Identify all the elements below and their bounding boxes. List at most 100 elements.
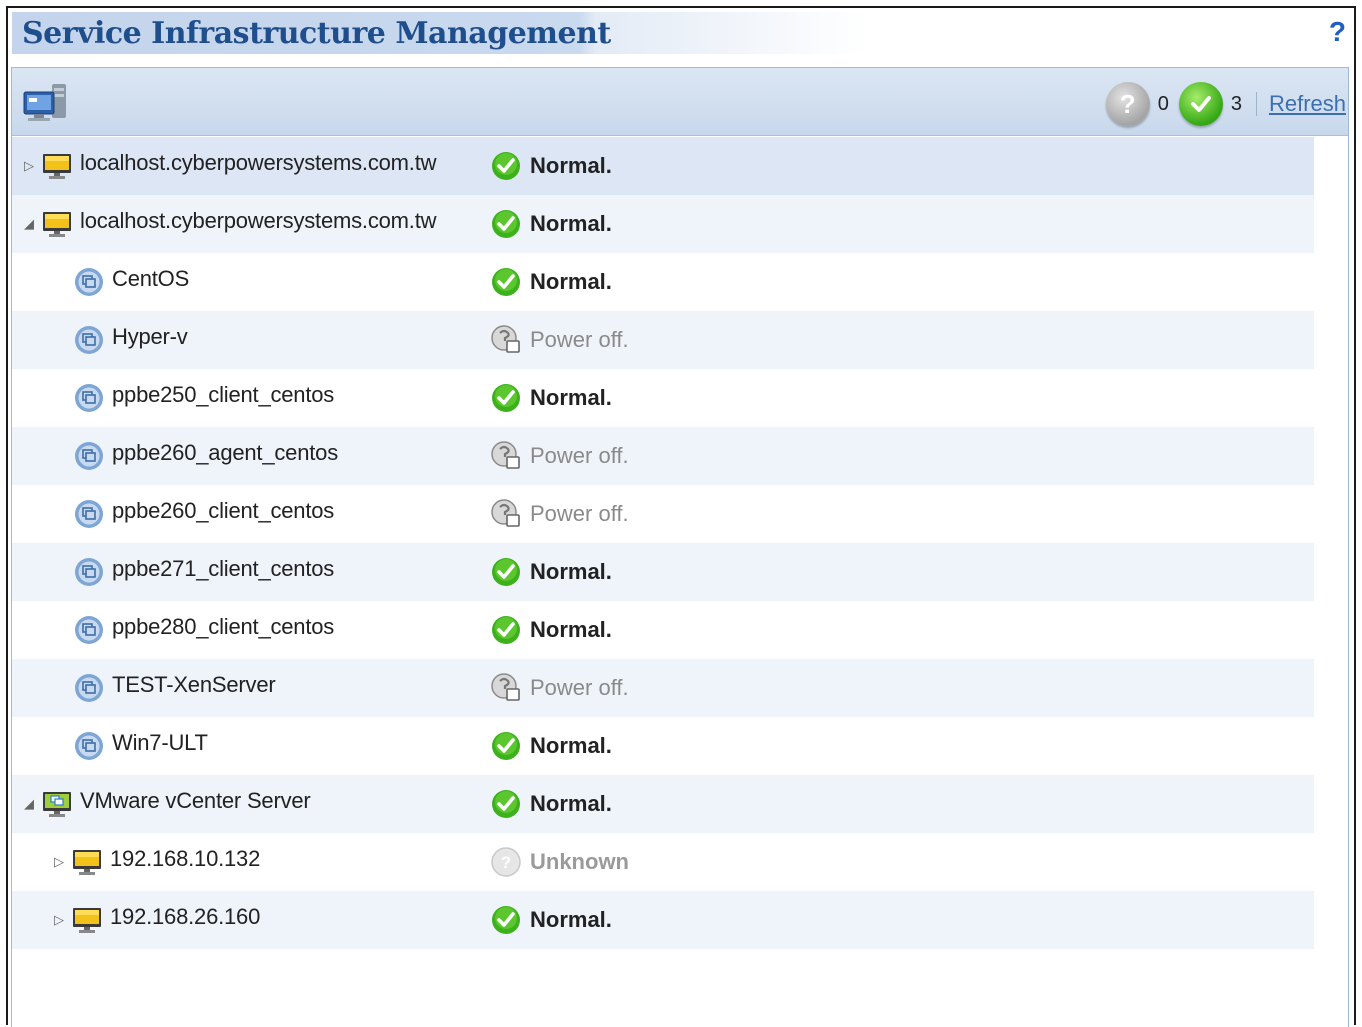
node-status: Normal. [490,891,612,949]
infrastructure-tree: ▷ localhost.cyberpowersystems.com.tw Norma… [12,137,1314,949]
monitor-icon [42,151,72,181]
node-name[interactable]: ppbe271_client_centos [112,543,334,601]
tree-row[interactable]: ppbe280_client_centos Normal. [12,601,1314,659]
app-window: Service Infrastructure Management ? ? 0 [6,6,1356,1027]
tree-row[interactable]: ▷ 192.168.10.132? Unknown [12,833,1314,891]
node-name[interactable]: Hyper-v [112,311,188,369]
toolbar: ? 0 3 Refresh [12,68,1348,136]
status-text: Power off. [530,675,629,700]
tree-row[interactable]: CentOS Normal. [12,253,1314,311]
vm-icon [74,441,104,471]
power-off-icon [490,672,522,704]
monitor-icon [42,209,72,239]
status-text: Normal. [530,617,612,642]
collapse-arrow-icon[interactable]: ◢ [24,794,38,814]
monitor-icon [72,905,102,935]
monitor-icon [72,847,102,877]
tree-row[interactable]: ppbe271_client_centos Normal. [12,543,1314,601]
vm-icon [74,325,104,355]
toolbar-divider [1255,92,1257,116]
refresh-link[interactable]: Refresh [1269,91,1346,117]
node-name[interactable]: TEST-XenServer [112,659,276,717]
tree-row[interactable]: Hyper-v Power off. [12,311,1314,369]
check-icon [490,150,522,182]
node-status: Normal. [490,775,612,833]
check-icon [490,904,522,936]
normal-count: 3 [1230,92,1242,115]
node-status: Normal. [490,195,612,253]
node-name[interactable]: ppbe260_agent_centos [112,427,338,485]
vcenter-icon [42,789,72,819]
unknown-count: 0 [1157,92,1169,115]
check-icon [490,382,522,414]
server-icon[interactable] [22,80,72,124]
status-text: Normal. [530,269,612,294]
tree-row[interactable]: ▷ localhost.cyberpowersystems.com.tw Norma… [12,137,1314,195]
unknown-status-icon: ? [1105,82,1150,126]
tree-row[interactable]: ◢ VMware vCenter Server Normal. [12,775,1314,833]
title-bar: Service Infrastructure Management ? [8,8,1354,64]
status-text: Power off. [530,501,629,526]
status-text: Normal. [530,385,612,410]
node-status: Normal. [490,369,612,427]
node-status: Power off. [490,427,629,485]
status-text: Normal. [530,153,612,178]
node-name[interactable]: ppbe280_client_centos [112,601,334,659]
page-title: Service Infrastructure Management [22,16,611,51]
node-name[interactable]: CentOS [112,253,189,311]
tree-row[interactable]: ppbe250_client_centos Normal. [12,369,1314,427]
status-text: Normal. [530,559,612,584]
node-status: Power off. [490,659,629,717]
help-icon[interactable]: ? [1329,16,1346,48]
node-status: Power off. [490,485,629,543]
normal-status-icon [1178,82,1223,126]
check-icon [490,208,522,240]
vm-icon [74,267,104,297]
vm-icon [74,731,104,761]
node-name[interactable]: ppbe260_client_centos [112,485,334,543]
status-text: Normal. [530,733,612,758]
tree-row[interactable]: Win7-ULT Normal. [12,717,1314,775]
node-status: Normal. [490,543,612,601]
node-name[interactable]: localhost.cyberpowersystems.com.tw [80,195,437,253]
node-status: ? Unknown [490,833,629,891]
node-name[interactable]: 192.168.26.160 [110,891,260,949]
node-status: Normal. [490,601,612,659]
collapse-arrow-icon[interactable]: ◢ [24,214,38,234]
node-name[interactable]: ppbe250_client_centos [112,369,334,427]
status-text: Power off. [530,443,629,468]
node-name[interactable]: localhost.cyberpowersystems.com.tw [80,137,437,195]
node-name[interactable]: 192.168.10.132 [110,833,260,891]
node-status: Normal. [490,253,612,311]
power-off-icon [490,440,522,472]
status-text: Unknown [530,849,629,874]
power-off-icon [490,498,522,530]
expand-arrow-icon[interactable]: ▷ [54,852,68,872]
vm-icon [74,383,104,413]
tree-row[interactable]: ppbe260_agent_centos Power off. [12,427,1314,485]
check-icon [490,556,522,588]
vm-icon [74,499,104,529]
status-text: Normal. [530,791,612,816]
status-text: Normal. [530,211,612,236]
tree-row[interactable]: ppbe260_client_centos Power off. [12,485,1314,543]
power-off-icon [490,324,522,356]
status-summary: ? 0 3 Refresh [1105,82,1346,126]
infrastructure-panel: ? 0 3 Refresh ▷ localhost.cyberpowersyste… [11,67,1349,1027]
check-icon [490,730,522,762]
status-text: Power off. [530,327,629,352]
tree-row[interactable]: TEST-XenServer Power off. [12,659,1314,717]
node-name[interactable]: Win7-ULT [112,717,208,775]
expand-arrow-icon[interactable]: ▷ [24,156,38,176]
vm-icon [74,615,104,645]
vm-icon [74,673,104,703]
node-status: Normal. [490,137,612,195]
node-status: Power off. [490,311,629,369]
unknown-icon: ? [490,846,522,878]
tree-row[interactable]: ▷ 192.168.26.160 Normal. [12,891,1314,949]
node-name[interactable]: VMware vCenter Server [80,775,311,833]
expand-arrow-icon[interactable]: ▷ [54,910,68,930]
svg-text:?: ? [501,853,511,872]
node-status: Normal. [490,717,612,775]
tree-row[interactable]: ◢ localhost.cyberpowersystems.com.tw Norma… [12,195,1314,253]
